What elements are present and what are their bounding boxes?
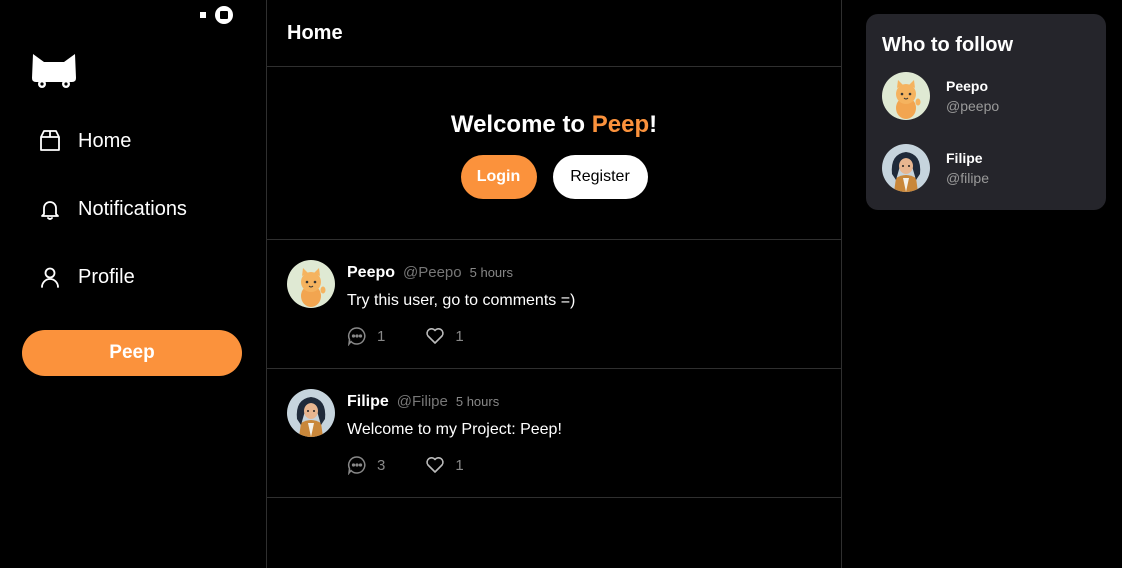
login-button[interactable]: Login xyxy=(460,155,537,199)
like-button[interactable]: 1 xyxy=(425,326,464,346)
comment-count: 3 xyxy=(377,456,386,474)
who-to-follow-title: Who to follow xyxy=(882,34,1014,56)
heart-icon xyxy=(426,328,445,344)
cat-logo-icon[interactable] xyxy=(30,50,78,90)
main-feed: Home Welcome to Peep! Login Register Pee… xyxy=(266,0,842,568)
follow-user-info: Filipe @filipe xyxy=(946,150,989,186)
post-meta: Peepo @Peepo 5 hours xyxy=(347,264,513,282)
post-actions: 3 1 xyxy=(347,455,464,475)
nav-label-home: Home xyxy=(78,129,132,152)
avatar xyxy=(882,144,930,192)
welcome-banner: Welcome to Peep! Login Register xyxy=(267,67,841,240)
follow-suggestion[interactable]: Filipe @filipe xyxy=(882,143,1090,193)
comment-count: 1 xyxy=(377,327,386,345)
comment-icon xyxy=(347,456,366,475)
welcome-brand: Peep xyxy=(591,111,650,138)
avatar[interactable] xyxy=(287,389,335,437)
post-meta: Filipe @Filipe 5 hours xyxy=(347,393,499,411)
post-author-handle[interactable]: @Filipe xyxy=(397,393,448,410)
like-count: 1 xyxy=(455,456,464,474)
window-status-icons xyxy=(200,6,233,24)
comment-button[interactable]: 1 xyxy=(347,326,385,346)
small-square-icon xyxy=(200,12,206,18)
post-timestamp: 5 hours xyxy=(455,394,500,409)
like-count: 1 xyxy=(455,327,464,345)
follow-suggestion[interactable]: Peepo @peepo xyxy=(882,71,1090,121)
main-header: Home xyxy=(267,0,841,67)
home-box-icon xyxy=(36,127,64,155)
sidebar: Home Notifications Profile Peep xyxy=(0,0,266,568)
follow-user-info: Peepo @peepo xyxy=(946,78,999,114)
cat-avatar-icon xyxy=(287,260,335,308)
nav-item-notifications[interactable]: Notifications xyxy=(36,192,187,226)
bell-icon xyxy=(36,195,64,223)
follow-user-name: Filipe xyxy=(946,150,983,166)
auth-buttons: Login Register xyxy=(460,155,648,199)
who-to-follow-panel: Who to follow Peepo @peepo Filipe @filip… xyxy=(866,14,1106,210)
avatar[interactable] xyxy=(287,260,335,308)
comment-icon xyxy=(347,327,366,346)
page-title: Home xyxy=(287,22,343,44)
user-icon xyxy=(36,263,64,291)
record-icon xyxy=(215,6,233,24)
like-button[interactable]: 1 xyxy=(425,455,464,475)
post-actions: 1 1 xyxy=(347,326,464,346)
post-author-handle[interactable]: @Peepo xyxy=(403,264,462,281)
post-text: Try this user, go to comments =) xyxy=(347,292,576,309)
nav-item-profile[interactable]: Profile xyxy=(36,260,135,294)
nav-item-home[interactable]: Home xyxy=(36,124,131,158)
nav-label-notifications: Notifications xyxy=(78,197,187,220)
post-timestamp: 5 hours xyxy=(469,265,513,280)
avatar xyxy=(882,72,930,120)
comment-button[interactable]: 3 xyxy=(347,455,385,475)
girl-avatar-icon xyxy=(287,389,335,437)
post-text: Welcome to my Project: Peep! xyxy=(347,421,562,438)
post[interactable]: Filipe @Filipe 5 hours Welcome to my Pro… xyxy=(267,369,841,498)
peep-button[interactable]: Peep xyxy=(22,330,242,376)
post[interactable]: Peepo @Peepo 5 hours Try this user, go t… xyxy=(267,240,841,369)
welcome-suffix: ! xyxy=(649,111,658,138)
welcome-prefix: Welcome to xyxy=(450,111,592,138)
follow-user-handle: @filipe xyxy=(946,170,990,186)
nav-label-profile: Profile xyxy=(78,265,135,288)
girl-avatar-icon xyxy=(882,144,930,192)
follow-user-name: Peepo xyxy=(946,78,989,94)
welcome-title: Welcome to Peep! xyxy=(451,111,657,139)
cat-avatar-icon xyxy=(882,72,930,120)
follow-user-handle: @peepo xyxy=(946,98,1000,114)
post-author-name[interactable]: Peepo xyxy=(347,264,395,282)
register-button[interactable]: Register xyxy=(552,155,648,199)
post-author-name[interactable]: Filipe xyxy=(347,393,389,411)
heart-icon xyxy=(426,457,445,473)
